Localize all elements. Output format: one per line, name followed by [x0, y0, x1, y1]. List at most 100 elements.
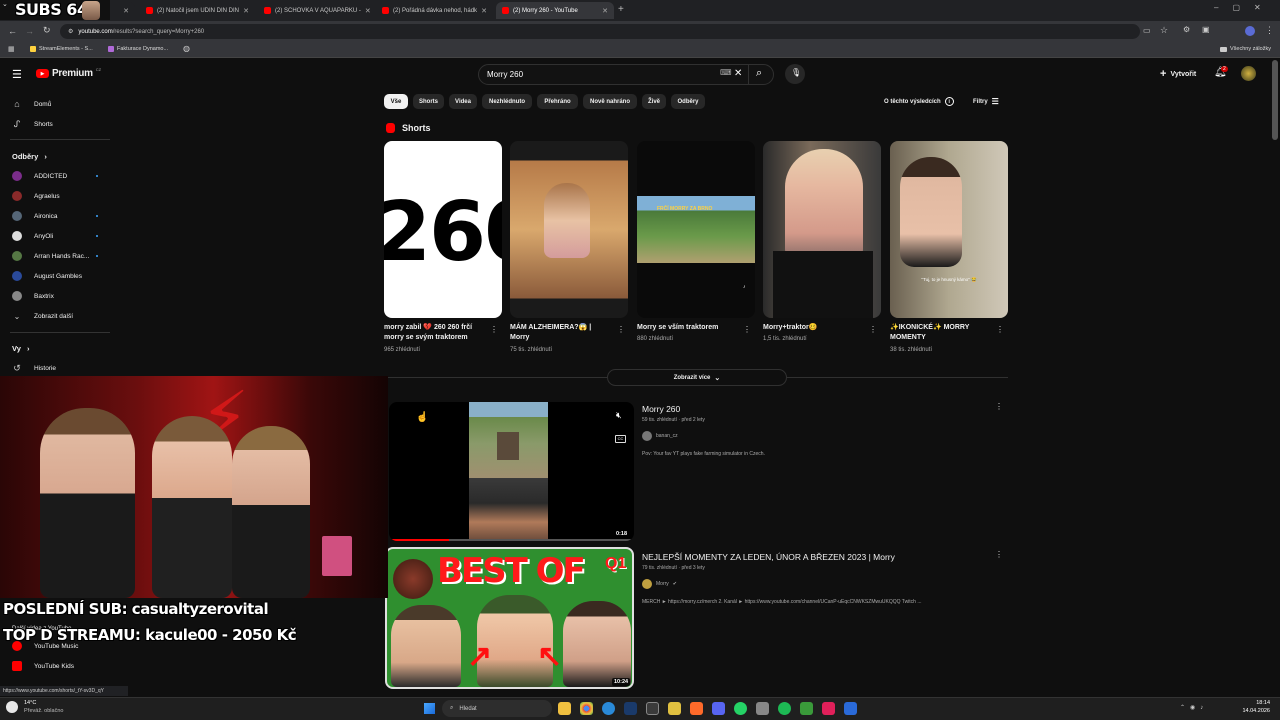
tab-2[interactable]: (2) Natočil jsem UDIN DIN DIN ✕ [140, 2, 255, 19]
video-title-1[interactable]: Morry 260 [642, 404, 680, 414]
globe-icon[interactable]: ◍ [183, 44, 190, 53]
tab-close-icon[interactable]: ✕ [602, 7, 608, 15]
all-bookmarks[interactable]: Všechny záložky [1220, 46, 1271, 52]
short-thumbnail-2[interactable] [510, 141, 628, 318]
spotify-icon[interactable] [778, 702, 791, 715]
youtube-logo[interactable]: ▶ Premium CZ [36, 67, 101, 79]
whatsapp-icon[interactable] [734, 702, 747, 715]
video-thumbnail-2[interactable]: BEST OF Q1 ↗ ↖ [385, 547, 634, 689]
kebab-menu-icon[interactable]: ⋮ [995, 402, 1003, 411]
apps-grid-icon[interactable]: ▦ [8, 45, 15, 53]
sidebar-item-home[interactable]: ⌂ Domů [0, 95, 116, 113]
video-channel-2[interactable]: Morry ✔ [642, 579, 677, 589]
tab-4[interactable]: (2) Pořádná dávka nehod, hádk ✕ [376, 2, 491, 19]
extension-icon[interactable]: ⚙ [1183, 25, 1190, 34]
reload-icon[interactable]: ↻ [43, 25, 51, 36]
kebab-menu-icon[interactable]: ⋮ [996, 325, 1004, 334]
keyboard-icon[interactable]: ⌨ [720, 68, 732, 77]
tab-active[interactable]: (2) Morry 260 - YouTube ✕ [496, 2, 614, 19]
chip-videos[interactable]: Videa [449, 94, 477, 109]
chip-all[interactable]: Vše [384, 94, 408, 109]
account-avatar[interactable] [1241, 66, 1256, 81]
window-controls[interactable]: –▢✕ [1214, 3, 1275, 12]
short-thumbnail-4[interactable] [763, 141, 881, 318]
search-input[interactable]: Morry 260 ⌨ ✕ [478, 64, 774, 85]
windows-start-icon[interactable] [424, 703, 435, 714]
sidebar-item-shorts[interactable]: ᔑ Shorts [0, 115, 116, 133]
steam-icon[interactable] [624, 702, 637, 715]
subscriptions-heading[interactable]: Odběry › [12, 152, 47, 161]
discord-icon[interactable] [712, 702, 725, 715]
cast-icon[interactable]: ▭ [1143, 26, 1151, 35]
sidebar-sub-arran[interactable]: Arran Hands Rac... [0, 247, 116, 265]
short-thumbnail-5[interactable]: "Tuj, to je hnusný kámo" 😂 [890, 141, 1008, 318]
sidebar-sub-addicted[interactable]: ADDICTED [0, 167, 116, 185]
tab-close-icon[interactable]: ✕ [481, 7, 487, 15]
tab-3[interactable]: (2) SCHOVKA V AQUAPARKU - ✕ [258, 2, 373, 19]
kebab-menu-icon[interactable]: ⋮ [869, 325, 877, 334]
sidebar-show-more[interactable]: ⌄ Zobrazit další [0, 307, 116, 325]
short-title-4[interactable]: Morry+traktor🥴 [763, 323, 863, 333]
sidebar-sub-anyoli[interactable]: AnyOli [0, 227, 116, 245]
app-icon[interactable] [844, 702, 857, 715]
shorts-show-more-button[interactable]: Zobrazit více ⌄ [607, 369, 787, 386]
address-bar[interactable]: ⚙ youtube.com/results?search_query=Morry… [60, 24, 1140, 39]
sidebar-sub-baxtrix[interactable]: Baxtrix [0, 287, 116, 305]
forward-arrow-icon[interactable]: → [25, 26, 34, 36]
kebab-menu-icon[interactable]: ⋮ [490, 325, 498, 334]
menu-kebab-icon[interactable]: ⋮ [1265, 25, 1274, 36]
kebab-menu-icon[interactable]: ⋮ [743, 325, 751, 334]
about-results[interactable]: O těchto výsledcích i [884, 97, 954, 106]
clear-search-icon[interactable]: ✕ [734, 68, 742, 79]
voice-search-button[interactable]: 🎙︎ [785, 64, 805, 84]
chip-live[interactable]: Živě [642, 94, 666, 109]
site-info-icon[interactable]: ⚙ [68, 28, 73, 35]
chip-watched[interactable]: Přehráno [537, 94, 578, 109]
short-title-1[interactable]: morry zabil 💔 260 260 frčí morry se svým… [384, 323, 484, 343]
bookmark-streamelements[interactable]: StreamElements - S... [30, 46, 93, 52]
back-arrow-icon[interactable]: ← [8, 26, 17, 36]
new-tab-button[interactable]: + [618, 4, 624, 15]
sidebar-item-youtube-kids[interactable]: YouTube Kids [0, 657, 116, 675]
page-scrollbar[interactable] [1272, 60, 1278, 140]
short-title-2[interactable]: MÁM ALZHEIMERA?😱 | Morry [510, 323, 610, 343]
system-tray-icons[interactable]: ⌃◉♪ [1180, 704, 1208, 711]
short-thumbnail-3[interactable]: FRČÍ MORRY ZA BRNO ♪ [637, 141, 755, 318]
bookmark-fakturace[interactable]: Fakturace Dynamo... [108, 46, 168, 52]
sidebar-item-history[interactable]: ↺ Historie [0, 359, 116, 377]
chip-unwatched[interactable]: Nezhlédnuto [482, 94, 532, 109]
sidebar-sub-aironica[interactable]: Aironica [0, 207, 116, 225]
chip-subscriptions[interactable]: Odběry [671, 94, 705, 109]
sidebar-sub-agraelus[interactable]: Agraelus [0, 187, 116, 205]
edge-icon[interactable] [602, 702, 615, 715]
obs-icon[interactable] [646, 702, 659, 715]
filters-button[interactable]: Filtry ☰ [973, 97, 999, 106]
sidebar-sub-august[interactable]: August Gambles [0, 267, 116, 285]
you-heading[interactable]: Vy › [12, 344, 30, 353]
weather-icon[interactable] [6, 701, 18, 713]
excel-icon[interactable] [800, 702, 813, 715]
app-icon[interactable] [822, 702, 835, 715]
video-title-2[interactable]: NEJLEPŠÍ MOMENTY ZA LEDEN, ÚNOR A BŘEZEN… [642, 552, 895, 562]
app-icon[interactable] [756, 702, 769, 715]
tab-close-icon[interactable]: ✕ [365, 7, 371, 15]
search-button[interactable]: ⌕ [748, 64, 774, 85]
chip-shorts[interactable]: Shorts [413, 94, 444, 109]
star-icon[interactable]: ☆ [1160, 25, 1168, 36]
hamburger-menu-icon[interactable]: ☰ [12, 68, 22, 81]
chrome-icon[interactable] [580, 702, 593, 715]
kebab-menu-icon[interactable]: ⋮ [995, 550, 1003, 559]
short-thumbnail-1[interactable]: 260 [384, 141, 502, 318]
create-button[interactable]: + Vytvořit [1160, 68, 1196, 80]
tab-close-icon[interactable]: ✕ [243, 7, 249, 15]
app-icon[interactable] [690, 702, 703, 715]
profile-avatar[interactable] [1245, 26, 1255, 36]
video-channel-1[interactable]: banan_cz [642, 431, 678, 441]
taskbar-search[interactable]: ⌕ Hledat [442, 700, 552, 717]
kebab-menu-icon[interactable]: ⋮ [617, 325, 625, 334]
captions-icon[interactable]: CC [615, 435, 626, 443]
file-explorer-icon[interactable] [558, 702, 571, 715]
short-title-3[interactable]: Morry se vším traktorem [637, 323, 737, 333]
puzzle-icon[interactable]: ▣ [1202, 25, 1210, 34]
mute-icon[interactable]: 🔇︎ [616, 410, 622, 421]
